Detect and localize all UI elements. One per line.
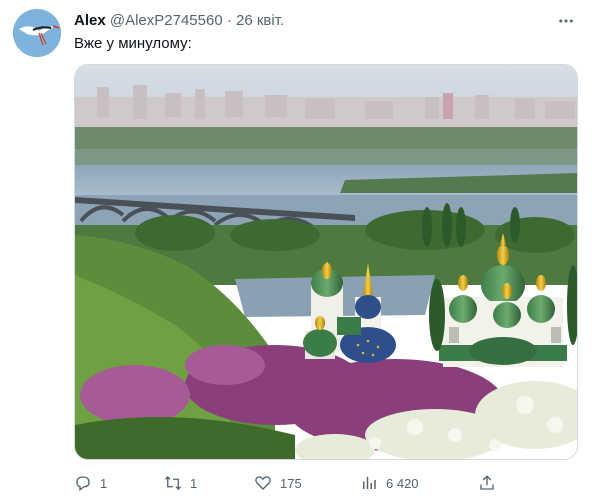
tweet-media[interactable] [74, 64, 578, 460]
author-handle[interactable]: @AlexP2745560 [110, 12, 223, 29]
retweet-button[interactable]: 1 [164, 470, 197, 496]
like-count: 175 [280, 475, 302, 491]
stork-icon [13, 9, 61, 57]
action-bar: 1 1 175 6 420 [74, 470, 504, 496]
reply-icon [76, 476, 90, 492]
retweet-count: 1 [190, 475, 198, 491]
reply-count: 1 [100, 475, 108, 491]
more-icon [559, 19, 573, 23]
author-name[interactable]: Alex [74, 12, 106, 29]
retweet-icon [165, 476, 181, 490]
avatar[interactable] [13, 9, 61, 57]
views-count: 6 420 [386, 475, 419, 491]
more-button[interactable] [554, 9, 578, 33]
share-icon [480, 475, 494, 490]
heart-icon [255, 476, 271, 490]
like-button[interactable]: 175 [254, 470, 302, 496]
share-button[interactable] [478, 470, 496, 496]
kyiv-landscape-photo [75, 65, 577, 459]
views-icon [363, 477, 376, 489]
views-button[interactable]: 6 420 [360, 470, 419, 496]
tweet-header: Alex @AlexP2745560 · 26 квіт. [74, 11, 572, 31]
tweet-date[interactable]: 26 квіт. [236, 12, 284, 29]
tweet-text: Вже у минулому: [74, 35, 192, 52]
separator-dot: · [226, 12, 232, 29]
reply-button[interactable]: 1 [74, 470, 107, 496]
